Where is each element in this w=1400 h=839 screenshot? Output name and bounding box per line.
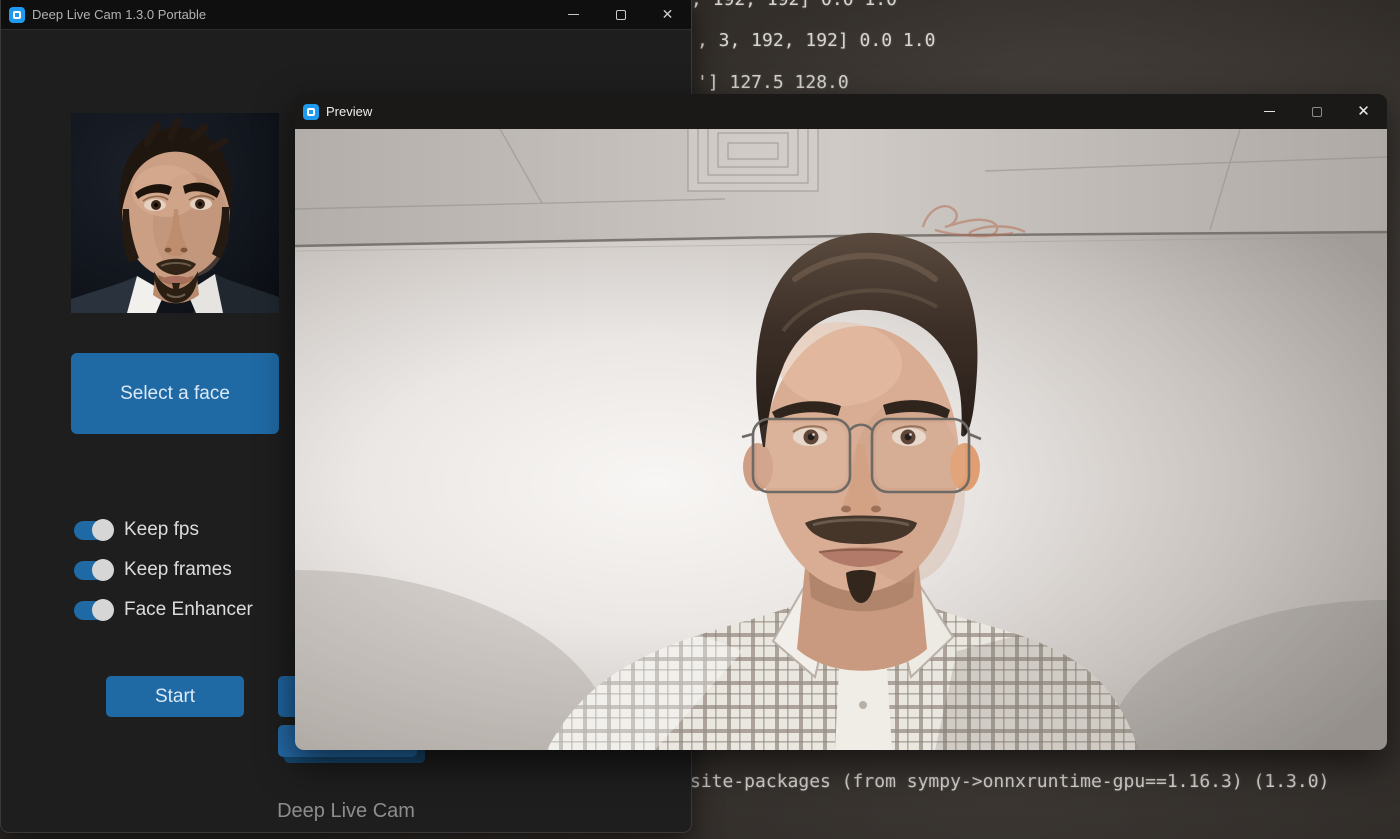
preview-window: Preview ✕ [295, 94, 1387, 750]
footer-label: Deep Live Cam [1, 800, 691, 823]
window-controls: ✕ [1246, 94, 1387, 129]
deep-live-cam-app-icon [9, 7, 25, 23]
close-icon: ✕ [1357, 104, 1370, 119]
toggle-knob [92, 559, 114, 581]
toggle-label: Keep fps [124, 519, 199, 541]
preview-window-title: Preview [326, 104, 372, 119]
maximize-button[interactable] [1293, 94, 1340, 129]
source-face-portrait [71, 113, 279, 313]
terminal-output-line: , 3, 192, 192] 0.0 1.0 [697, 30, 935, 51]
toggle-knob [92, 599, 114, 621]
toggle-label: Face Enhancer [124, 599, 253, 621]
terminal-output-line: '] 127.5 128.0 [697, 72, 849, 93]
toggle-switch-icon[interactable] [74, 521, 112, 540]
close-icon: ✕ [662, 8, 674, 22]
minimize-icon [1264, 111, 1275, 112]
desktop: , 192, 192] 0.0 1.0 , 3, 192, 192] 0.0 1… [0, 0, 1400, 839]
toggle-switch-icon[interactable] [74, 561, 112, 580]
maximize-icon [616, 10, 626, 20]
close-button[interactable]: ✕ [1340, 94, 1387, 129]
toggle-keep-fps[interactable]: Keep fps [74, 518, 199, 542]
minimize-button[interactable] [550, 0, 597, 29]
terminal-output-line: , 192, 192] 0.0 1.0 [691, 0, 897, 10]
maximize-button[interactable] [597, 0, 644, 29]
preview-titlebar[interactable]: Preview ✕ [295, 94, 1387, 129]
terminal-output-line: site-packages (from sympy->onnxruntime-g… [690, 771, 1329, 792]
webcam-preview-image [295, 129, 1387, 750]
window-controls: ✕ [550, 0, 691, 29]
webcam-frame [295, 129, 1387, 750]
select-face-button[interactable]: Select a face [71, 353, 279, 434]
maximize-icon [1312, 107, 1322, 117]
main-window-title: Deep Live Cam 1.3.0 Portable [32, 7, 206, 22]
minimize-icon [568, 14, 579, 15]
source-face-image [71, 113, 279, 313]
toggle-keep-frames[interactable]: Keep frames [74, 558, 232, 582]
toggle-switch-icon[interactable] [74, 601, 112, 620]
minimize-button[interactable] [1246, 94, 1293, 129]
start-button[interactable]: Start [106, 676, 244, 717]
deep-live-cam-app-icon [303, 104, 319, 120]
toggle-knob [92, 519, 114, 541]
close-button[interactable]: ✕ [644, 0, 691, 29]
main-window-titlebar[interactable]: Deep Live Cam 1.3.0 Portable ✕ [1, 0, 691, 30]
toggle-label: Keep frames [124, 559, 232, 581]
toggle-face-enhancer[interactable]: Face Enhancer [74, 598, 253, 622]
